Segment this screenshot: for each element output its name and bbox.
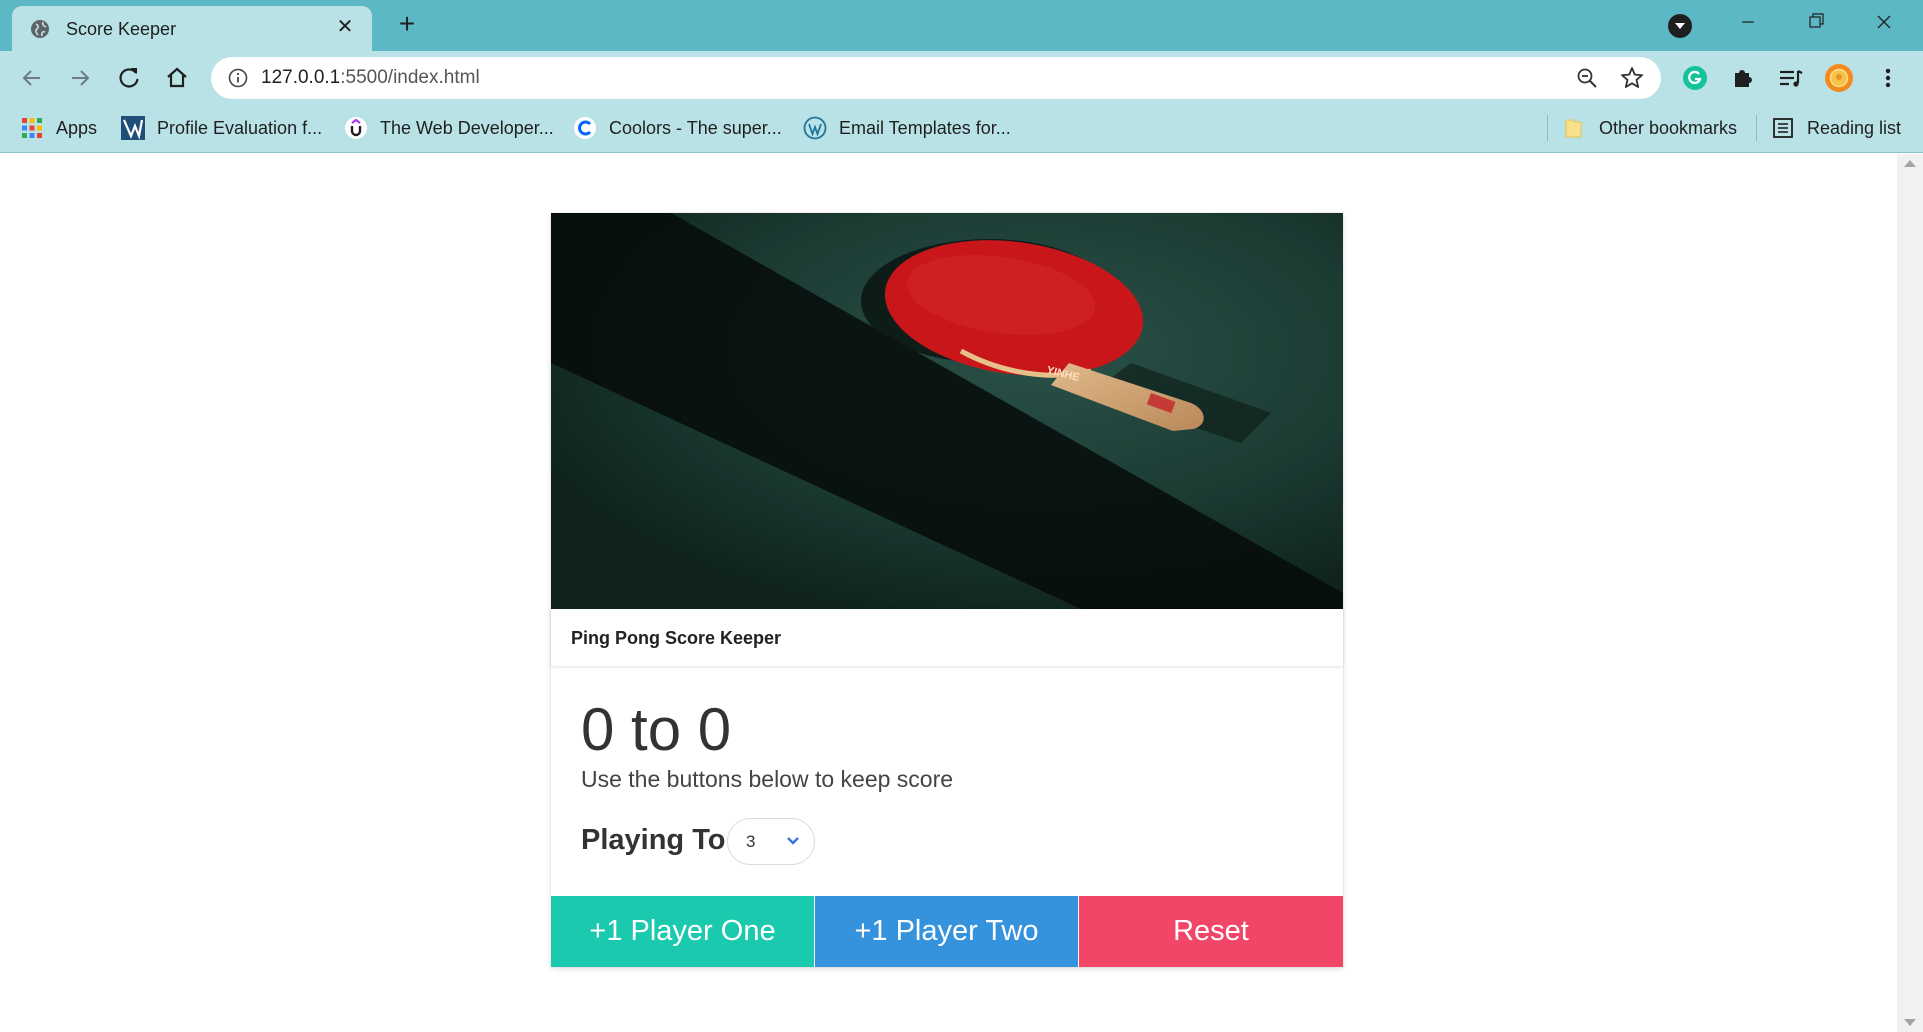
card-header: Ping Pong Score Keeper [551,609,1343,666]
bookmarks-bar: Apps Profile Evaluation f... The Web Dev… [0,105,1923,153]
udemy-icon [345,117,367,139]
ping-pong-paddle-image: YINHE [551,213,1343,609]
url-text: 127.0.0.1:5500/index.html [261,67,480,88]
reading-list-icon [1773,118,1793,138]
bookmark-profile-evaluation[interactable]: Profile Evaluation f... [121,115,322,141]
reading-list-label: Reading list [1807,117,1902,138]
playing-to-label: Playing To [581,824,726,856]
bookmark-label: Apps [56,117,98,138]
reload-icon[interactable] [114,63,144,93]
playing-to-select[interactable]: 3 [727,818,815,865]
bookmark-email-templates[interactable]: Email Templates for... [803,115,1011,141]
bookmark-label: Email Templates for... [839,117,1011,138]
bookmark-apps[interactable]: Apps [20,115,97,141]
other-bookmarks-label: Other bookmarks [1599,117,1738,138]
bookmark-star-icon[interactable] [1619,65,1645,91]
media-queue-icon[interactable] [1775,63,1805,93]
coolors-icon [574,117,596,139]
player-two-button[interactable]: +1 Player Two [815,896,1078,967]
bookmark-label: Profile Evaluation f... [157,117,323,138]
reset-button[interactable]: Reset [1079,896,1343,967]
grammarly-icon[interactable] [1680,63,1710,93]
score-display: 0 to 0 [581,696,732,763]
card-title: Ping Pong Score Keeper [571,628,782,648]
chevron-down-icon [787,837,799,845]
v-logo-icon [121,116,145,140]
reading-list[interactable]: Reading list [1771,115,1901,141]
tab-title: Score Keeper [66,19,177,39]
bookmarks-divider [1547,115,1548,141]
new-tab-plus-icon[interactable]: + [393,10,421,39]
restore-icon[interactable] [1782,0,1850,44]
browser-titlebar: Score Keeper ✕ + [0,0,1923,51]
window-close-icon[interactable] [1850,0,1918,44]
apps-grid-icon [22,118,42,138]
site-info-icon[interactable] [227,67,249,89]
bookmark-coolors[interactable]: Coolors - The super... [573,115,782,141]
address-bar[interactable]: 127.0.0.1:5500/index.html [211,57,1661,99]
extensions-puzzle-icon[interactable] [1728,63,1758,93]
scroll-down-arrow-icon[interactable] [1904,1019,1916,1026]
browser-menu-icon[interactable] [1873,63,1903,93]
bookmarks-divider [1756,115,1757,141]
score-keeper-card: YINHE Ping Pong Score Keeper 0 to 0 Use … [551,213,1343,967]
bookmark-label: The Web Developer... [380,117,554,138]
browser-toolbar: 127.0.0.1:5500/index.html [0,51,1923,105]
bookmark-web-developer[interactable]: The Web Developer... [344,115,554,141]
home-icon[interactable] [162,63,192,93]
player-one-button[interactable]: +1 Player One [551,896,814,967]
wordpress-icon [803,116,827,140]
tab-search-dropdown-icon[interactable] [1668,14,1692,38]
minimize-icon[interactable] [1714,0,1782,44]
profile-avatar-icon[interactable] [1824,63,1854,93]
back-arrow-icon[interactable] [17,63,47,93]
scroll-up-arrow-icon[interactable] [1904,160,1916,167]
zoom-out-icon[interactable] [1575,66,1599,90]
bookmark-label: Coolors - The super... [609,117,782,138]
browser-tab[interactable]: Score Keeper ✕ [12,6,372,51]
page-viewport: YINHE Ping Pong Score Keeper 0 to 0 Use … [0,154,1897,1032]
forward-arrow-icon[interactable] [65,63,95,93]
globe-icon [31,20,49,38]
tab-close-icon[interactable]: ✕ [334,16,356,38]
playing-to-value: 3 [746,832,756,851]
other-bookmarks[interactable]: Other bookmarks [1563,115,1737,141]
folder-icon [1565,119,1582,138]
vertical-scrollbar[interactable] [1897,154,1923,1032]
score-instructions: Use the buttons below to keep score [581,766,954,792]
